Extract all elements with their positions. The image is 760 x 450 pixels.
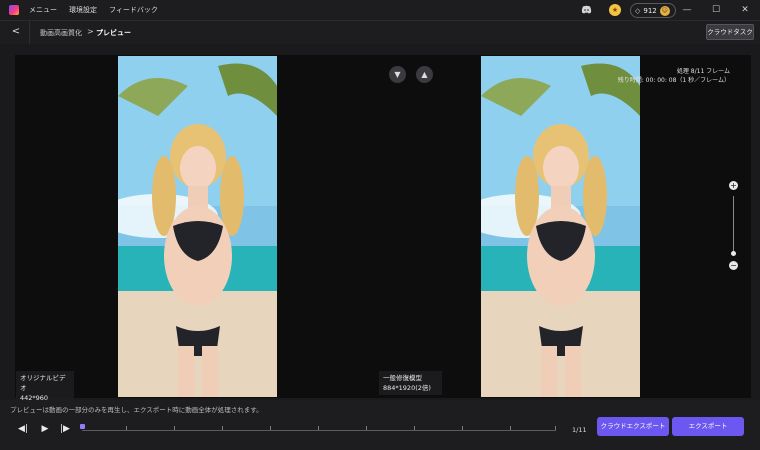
remaining-time: 残り時間: 00: 00: 08（1 秒／フレーム） — [617, 77, 730, 84]
chevron-left-icon[interactable]: < — [9, 25, 23, 39]
breadcrumb: < 動画高画質化 > プレビュー — [0, 20, 760, 44]
original-preview-image — [118, 56, 277, 397]
enhanced-model-label: 一般修復模型 884*1920(2倍) — [379, 371, 442, 395]
step-forward-icon[interactable]: |▶ — [60, 424, 70, 434]
diamond-icon: ◇ — [635, 6, 641, 15]
credits-badge[interactable]: ◇ 912 ☺ — [630, 3, 676, 18]
model-resolution: 884*1920(2倍) — [383, 384, 431, 392]
timeline-tick — [270, 426, 271, 430]
step-back-icon[interactable]: ◀| — [18, 424, 28, 434]
coin-icon[interactable]: ★ — [609, 4, 621, 16]
discord-icon[interactable] — [581, 5, 592, 14]
cloud-export-button[interactable]: クラウドエクスポート — [597, 417, 669, 436]
timeline-tick — [366, 426, 367, 430]
zoom-slider-handle[interactable] — [731, 251, 736, 256]
credits-count: 912 — [643, 6, 657, 15]
processing-frames: 処理 8/11 フレーム — [676, 68, 730, 75]
model-title: 一般修復模型 — [383, 374, 422, 382]
cloud-task-button[interactable]: クラウドタスク — [706, 24, 754, 40]
app-logo — [9, 5, 19, 15]
timeline-playhead[interactable] — [80, 424, 85, 429]
timeline[interactable] — [82, 430, 556, 431]
timeline-tick — [555, 426, 556, 430]
avatar: ☺ — [659, 5, 670, 16]
timeline-tick — [414, 426, 415, 430]
timeline-tick — [510, 426, 511, 430]
processing-info: 処理 8/11 フレーム 残り時間: 00: 00: 08（1 秒／フレーム） — [618, 67, 730, 85]
maximize-icon[interactable]: ☐ — [709, 3, 723, 17]
thumbs-up-icon[interactable]: ▲ — [416, 66, 433, 83]
divider — [29, 21, 30, 44]
zoom-slider[interactable] — [733, 196, 734, 254]
timeline-tick — [462, 426, 463, 430]
timeline-tick — [318, 426, 319, 430]
breadcrumb-current: プレビュー — [96, 29, 131, 37]
menu-item-settings[interactable]: 環境設定 — [69, 5, 97, 15]
menu-item-menu[interactable]: メニュー — [29, 5, 57, 15]
frame-counter: 1/11 — [572, 426, 587, 434]
timeline-tick — [126, 426, 127, 430]
plus-icon[interactable]: + — [729, 181, 738, 190]
breadcrumb-parent[interactable]: 動画高画質化 — [40, 28, 82, 38]
timeline-tick — [222, 426, 223, 430]
minimize-icon[interactable]: — — [680, 3, 694, 17]
preview-note: プレビューは動画の一部分のみを再生し、エクスポート時に動画全体が処理されます。 — [10, 406, 263, 414]
menu-item-feedback[interactable]: フィードバック — [109, 5, 158, 15]
thumbs-down-icon[interactable]: ▼ — [389, 66, 406, 83]
play-icon[interactable]: ▶ — [40, 424, 50, 434]
enhanced-preview-image — [481, 56, 640, 397]
close-icon[interactable]: ✕ — [738, 3, 752, 17]
minus-icon[interactable]: − — [729, 261, 738, 270]
breadcrumb-separator: > — [87, 27, 94, 36]
original-title: オリジナルビデオ — [20, 374, 66, 392]
export-button[interactable]: エクスポート — [672, 417, 744, 436]
timeline-tick — [174, 426, 175, 430]
